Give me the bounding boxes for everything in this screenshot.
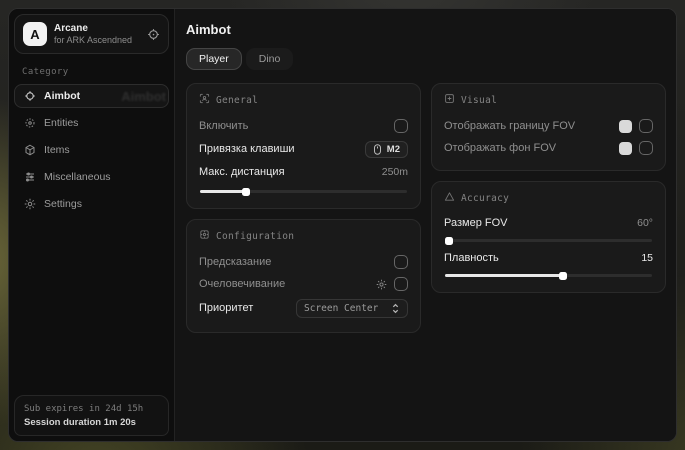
- keybind-label: Привязка клавиши: [199, 143, 295, 155]
- sidebar: A Arcane for ARK Ascendned Category Aimb…: [9, 9, 175, 441]
- accuracy-card-title: Accuracy: [461, 193, 509, 204]
- priority-row: Приоритет Screen Center: [199, 295, 408, 321]
- subscription-footer: Sub expires in 24d 15h Session duration …: [14, 395, 169, 436]
- fov-bg-checkbox[interactable]: [639, 141, 653, 155]
- general-card-header: General: [199, 93, 408, 107]
- humanization-settings-gear-icon[interactable]: [376, 279, 387, 290]
- image-icon: [444, 93, 455, 107]
- visual-card: Visual Отображать границу FOV Отображать…: [431, 83, 666, 171]
- cube-icon: [24, 144, 36, 156]
- prediction-row: Предсказание: [199, 251, 408, 273]
- general-card: General Включить Привязка клавиши M2: [186, 83, 421, 209]
- tab-player[interactable]: Player: [186, 48, 242, 70]
- sidebar-item-entities[interactable]: Entities: [14, 111, 169, 135]
- brand-card: A Arcane for ARK Ascendned: [14, 14, 169, 54]
- smoothness-row: Плавность 15: [444, 248, 653, 267]
- smoothness-value: 15: [641, 252, 653, 264]
- prediction-checkbox[interactable]: [394, 255, 408, 269]
- fov-size-slider-fill: [445, 239, 449, 242]
- priority-dropdown[interactable]: Screen Center: [296, 299, 408, 318]
- enable-checkbox[interactable]: [394, 119, 408, 133]
- brand-title: Arcane: [54, 23, 140, 35]
- gear-icon: [24, 198, 36, 210]
- smoothness-slider[interactable]: [445, 274, 652, 277]
- fov-size-slider[interactable]: [445, 239, 652, 242]
- accuracy-card-header: Accuracy: [444, 191, 653, 205]
- fov-border-label: Отображать границу FOV: [444, 120, 575, 132]
- tab-bar: Player Dino: [186, 48, 666, 70]
- fov-border-row: Отображать границу FOV: [444, 115, 653, 137]
- humanization-label: Очеловечивание: [199, 278, 285, 290]
- priority-label: Приоритет: [199, 302, 253, 314]
- smoothness-label: Плавность: [444, 252, 499, 264]
- page-title: Aimbot: [186, 22, 666, 37]
- chevrons-up-down-icon: [391, 303, 400, 314]
- prediction-label: Предсказание: [199, 256, 271, 268]
- target-icon: [24, 117, 36, 129]
- configuration-card-title: Configuration: [216, 231, 294, 242]
- sidebar-item-aimbot[interactable]: Aimbot Aimbot: [14, 84, 169, 108]
- config-box-icon: [199, 229, 210, 243]
- distance-row: Макс. дистанция 250m: [199, 161, 408, 183]
- fov-border-color-swatch[interactable]: [619, 120, 632, 133]
- left-column: General Включить Привязка клавиши M2: [186, 83, 421, 333]
- fov-bg-row: Отображать фон FOV: [444, 137, 653, 159]
- tab-dino[interactable]: Dino: [246, 48, 294, 70]
- sidebar-item-label: Entities: [44, 117, 78, 129]
- main-content: Aimbot Player Dino General Включить: [175, 9, 676, 441]
- sidebar-item-label: Settings: [44, 198, 82, 210]
- general-card-title: General: [216, 95, 258, 106]
- enable-row: Включить: [199, 115, 408, 137]
- sidebar-item-label: Aimbot: [44, 90, 80, 102]
- distance-value: 250m: [382, 166, 408, 178]
- sidebar-item-settings[interactable]: Settings: [14, 192, 169, 216]
- keybind-row: Привязка клавиши M2: [199, 137, 408, 161]
- fov-border-checkbox[interactable]: [639, 119, 653, 133]
- crosshair-icon: [24, 90, 36, 102]
- crosshair-badge-icon[interactable]: [147, 28, 160, 41]
- category-label: Category: [22, 67, 163, 77]
- fov-size-value: 60°: [637, 217, 653, 229]
- session-duration-text: Session duration 1m 20s: [24, 416, 159, 429]
- distance-slider[interactable]: [200, 190, 407, 193]
- brand-subtitle: for ARK Ascendned: [54, 35, 140, 46]
- smoothness-slider-fill: [445, 274, 563, 277]
- humanization-row: Очеловечивание: [199, 273, 408, 295]
- sidebar-nav: Aimbot Aimbot Entities Items Miscellane: [14, 84, 169, 216]
- configuration-card-header: Configuration: [199, 229, 408, 243]
- triangle-icon: [444, 191, 455, 205]
- enable-label: Включить: [199, 120, 248, 132]
- fov-bg-color-swatch[interactable]: [619, 142, 632, 155]
- fov-size-row: Размер FOV 60°: [444, 213, 653, 232]
- sidebar-item-label: Miscellaneous: [44, 171, 111, 183]
- mouse-icon: [373, 144, 382, 155]
- sliders-icon: [24, 171, 36, 183]
- keybind-value: M2: [387, 144, 400, 155]
- brand-logo: A: [23, 22, 47, 46]
- brand-text: Arcane for ARK Ascendned: [54, 23, 140, 46]
- distance-slider-fill: [200, 190, 246, 193]
- visual-card-title: Visual: [461, 95, 497, 106]
- distance-label: Макс. дистанция: [199, 166, 285, 178]
- sidebar-item-miscellaneous[interactable]: Miscellaneous: [14, 165, 169, 189]
- right-column: Visual Отображать границу FOV Отображать…: [431, 83, 666, 293]
- sidebar-spacer: [14, 216, 169, 395]
- scan-person-icon: [199, 93, 210, 107]
- sub-expiry-text: Sub expires in 24d 15h: [24, 403, 159, 416]
- fov-size-label: Размер FOV: [444, 217, 507, 229]
- humanization-checkbox[interactable]: [394, 277, 408, 291]
- accuracy-card: Accuracy Размер FOV 60° Плавность 15: [431, 181, 666, 293]
- sidebar-item-items[interactable]: Items: [14, 138, 169, 162]
- aimbot-ghost-watermark: Aimbot: [121, 89, 166, 104]
- app-window: A Arcane for ARK Ascendned Category Aimb…: [8, 8, 677, 442]
- sidebar-item-label: Items: [44, 144, 70, 156]
- fov-bg-label: Отображать фон FOV: [444, 142, 556, 154]
- configuration-card: Configuration Предсказание Очеловечивани…: [186, 219, 421, 333]
- keybind-button[interactable]: M2: [365, 141, 408, 158]
- priority-selected-value: Screen Center: [304, 303, 378, 314]
- visual-card-header: Visual: [444, 93, 653, 107]
